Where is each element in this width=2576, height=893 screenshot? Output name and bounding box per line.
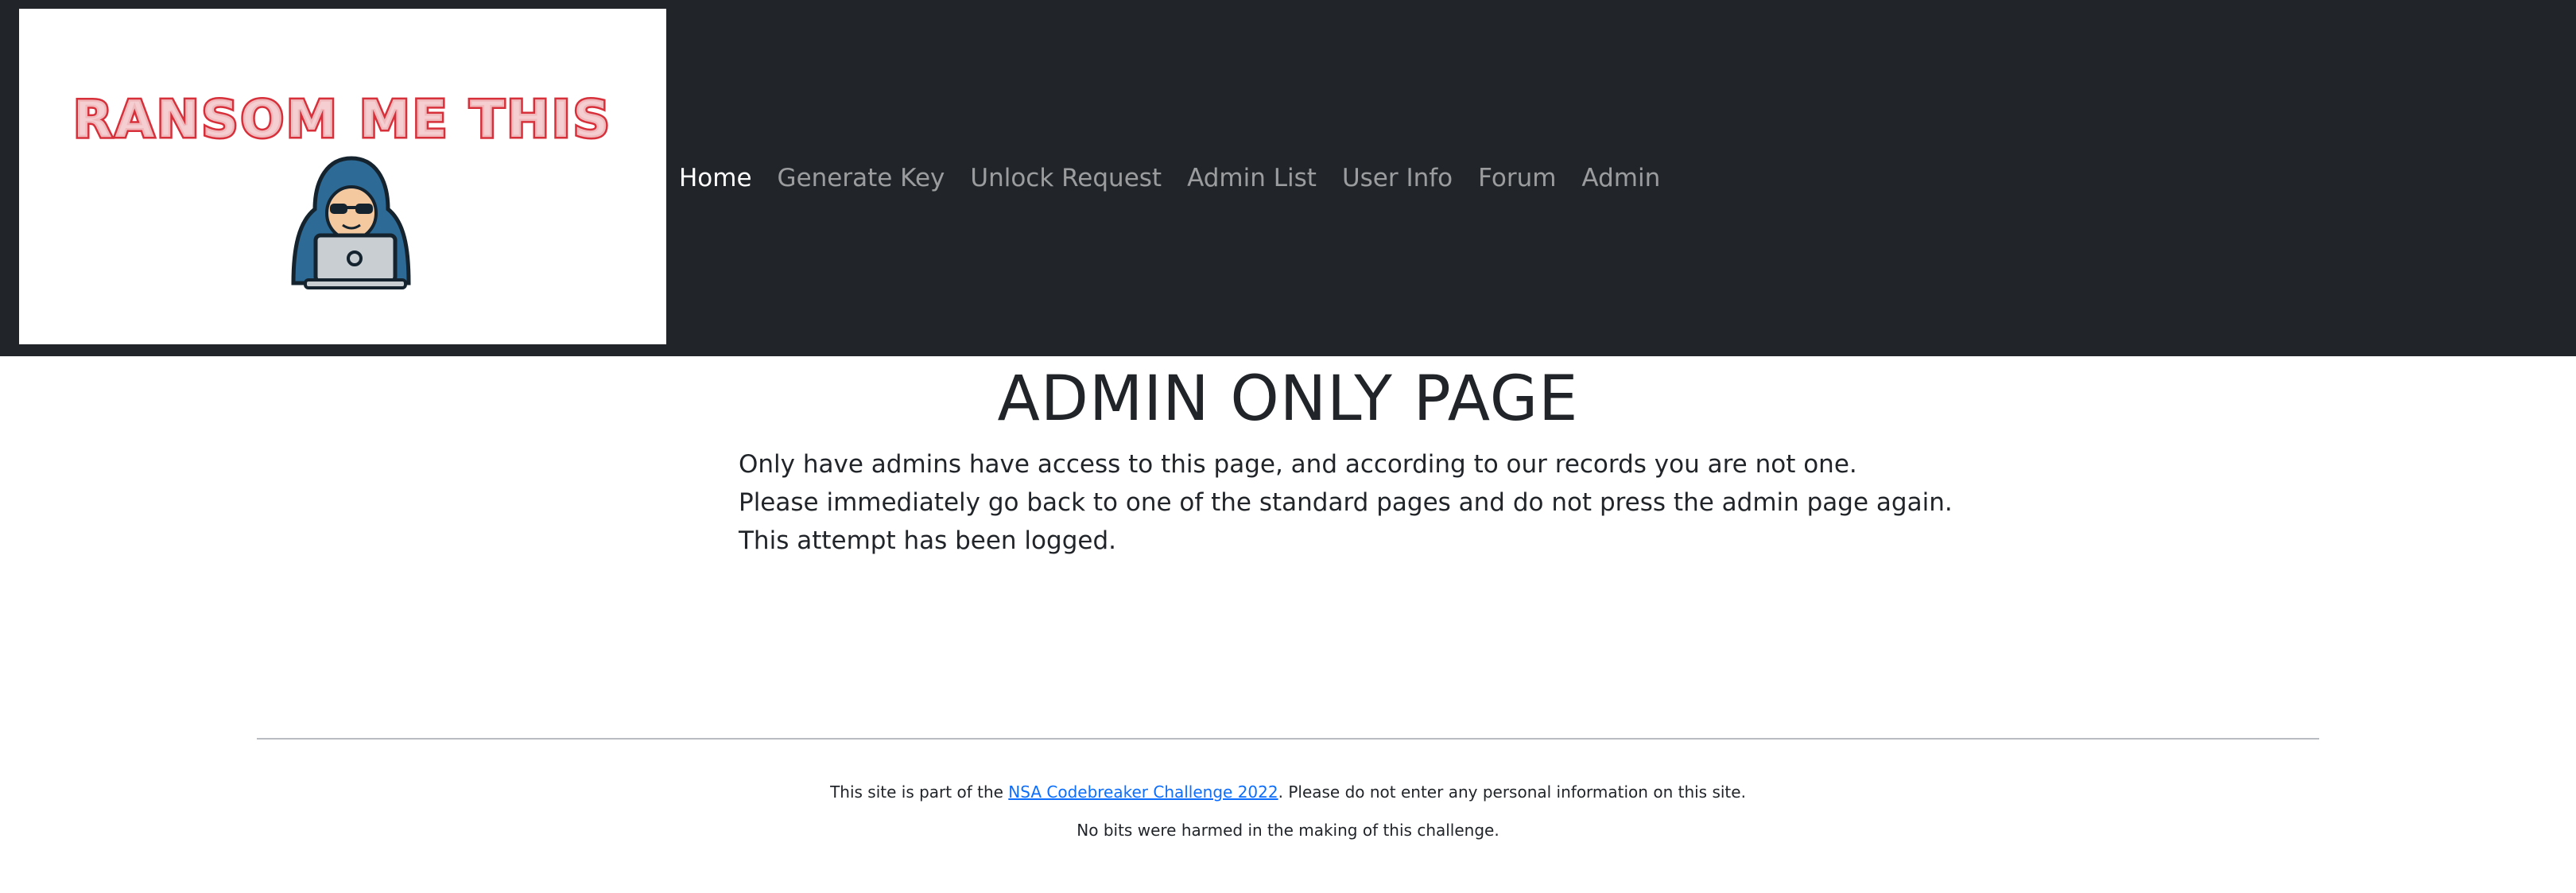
navbar: RANSOM ME THIS RANSOM ME THIS Home Gener… xyxy=(0,0,2576,356)
footer: This site is part of the NSA Codebreaker… xyxy=(0,773,2576,849)
message-line: Only have admins have access to this pag… xyxy=(739,450,1857,479)
footer-suffix: . Please do not enter any personal infor… xyxy=(1278,782,1746,802)
nav-item-admin-list[interactable]: Admin List xyxy=(1174,153,1329,204)
footer-prefix: This site is part of the xyxy=(830,782,1009,802)
page-title: ADMIN ONLY PAGE xyxy=(997,363,1579,435)
message-line: This attempt has been logged. xyxy=(739,526,1116,555)
footer-line-1: This site is part of the NSA Codebreaker… xyxy=(0,773,2576,811)
footer-divider xyxy=(257,738,2319,740)
codebreaker-challenge-link[interactable]: NSA Codebreaker Challenge 2022 xyxy=(1008,782,1278,802)
nav-item-unlock-request[interactable]: Unlock Request xyxy=(957,153,1174,204)
nav-item-forum[interactable]: Forum xyxy=(1465,153,1569,204)
nav-item-generate-key[interactable]: Generate Key xyxy=(765,153,958,204)
nav-item-user-info[interactable]: User Info xyxy=(1329,153,1465,204)
footer-line-2: No bits were harmed in the making of thi… xyxy=(1077,821,1499,840)
hooded-hacker-laptop-icon: RANSOM ME THIS RANSOM ME THIS xyxy=(72,89,612,289)
logo-text-fill: RANSOM ME THIS xyxy=(73,91,612,149)
message-line: Please immediately go back to one of the… xyxy=(739,488,1953,517)
nav-item-home[interactable]: Home xyxy=(666,153,765,204)
site-logo[interactable]: RANSOM ME THIS RANSOM ME THIS xyxy=(19,9,666,344)
nav-item-admin[interactable]: Admin xyxy=(1569,153,1673,204)
access-denied-message: Only have admins have access to this pag… xyxy=(739,445,1953,560)
nav-menu: Home Generate Key Unlock Request Admin L… xyxy=(666,153,1673,204)
